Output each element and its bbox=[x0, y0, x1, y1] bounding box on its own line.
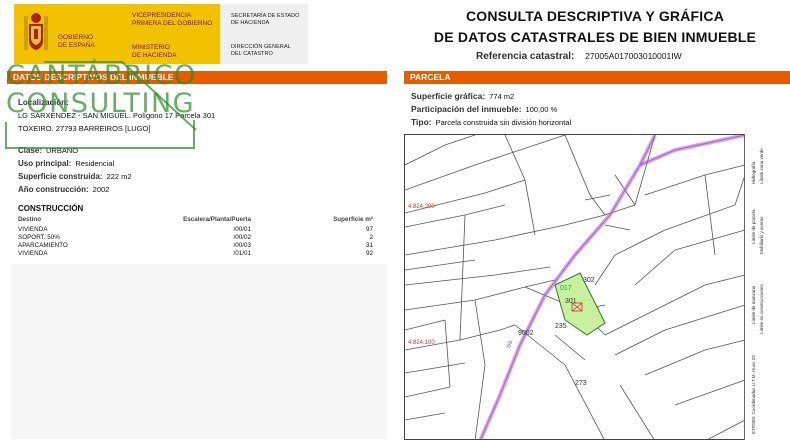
cell-destino: VIVIENDA bbox=[18, 225, 48, 233]
parcel-9002-label: 9002 bbox=[518, 330, 534, 337]
construction-table: Destino Escalera/Planta/Puerta Superfici… bbox=[11, 215, 381, 257]
catastro-band: Secretaría de Estado de Hacienda Direcci… bbox=[220, 4, 308, 64]
parcel-302-label: 302 bbox=[583, 277, 595, 284]
parcel-017-label: 017 bbox=[560, 285, 572, 292]
title-line-1: CONSULTA DESCRIPTIVA Y GRÁFICA bbox=[465, 8, 724, 24]
legend-coordenadas: ETRS89: Coordenadas U.T.M. Huso 29 bbox=[751, 355, 756, 434]
table-row: VIVIENDA /00/01 97 bbox=[11, 225, 381, 233]
gobierno-label: Gobierno de España bbox=[58, 34, 95, 49]
cell-superficie: 2 bbox=[369, 233, 373, 241]
ministerio-label: Ministerio de Hacienda bbox=[132, 44, 177, 59]
col-destino: Destino bbox=[18, 216, 42, 223]
title-line-2: DE DATOS CATASTRALES DE BIEN INMUEBLE bbox=[433, 29, 757, 45]
road-label: DS bbox=[506, 339, 514, 348]
legend-hidrografia: Hidrografía bbox=[751, 161, 756, 184]
table-row: VIVIENDA /01/01 92 bbox=[11, 249, 381, 257]
cell-destino: APARCAMIENTO bbox=[18, 241, 68, 249]
empty-panel-area bbox=[11, 264, 387, 439]
secretaria-label: Secretaría de Estado de Hacienda bbox=[231, 13, 300, 26]
col-superficie: Superficie m² bbox=[333, 216, 373, 223]
col-planta: Escalera/Planta/Puerta bbox=[183, 216, 251, 223]
tipo-field: Tipo: Parcela construida sin división hor… bbox=[411, 117, 572, 127]
cell-planta: /00/02 bbox=[233, 233, 251, 241]
document-title: CONSULTA DESCRIPTIVA Y GRÁFICA DE DATOS … bbox=[400, 6, 790, 48]
watermark-line-1: CANTÁBRICO bbox=[6, 60, 197, 91]
cell-superficie: 31 bbox=[365, 241, 373, 249]
superficie-grafica-field: Superficie gráfica: 774 m2 bbox=[411, 91, 515, 101]
cell-superficie: 97 bbox=[365, 225, 373, 233]
watermark-line-2: CONSULTING bbox=[6, 88, 196, 119]
coat-of-arms-icon bbox=[24, 13, 48, 50]
map-legend: Hidrografía Límite zona verde Límite de … bbox=[744, 134, 790, 440]
parcel-235-label: 235 bbox=[555, 323, 567, 330]
participacion-field: Participación del inmueble: 100,00 % bbox=[411, 104, 558, 114]
legend-limite-manzana: Límite de manzana bbox=[751, 285, 756, 324]
cell-planta: /00/01 bbox=[233, 225, 251, 233]
cadastral-reference: Referencia catastral: 27005A017003010001… bbox=[476, 51, 682, 62]
parcel-301-label: 301 bbox=[565, 298, 577, 305]
ref-value: 27005A017003010001IW bbox=[585, 51, 682, 61]
legend-limite-parcela: Límite de parcela bbox=[751, 209, 756, 244]
cadastral-map-drawing: 302 301 235 9002 273 017 4.824.200 4.824… bbox=[405, 135, 746, 439]
coord-top-label: 4.824.200 bbox=[408, 204, 435, 210]
cell-destino: SOPORT. 50% bbox=[18, 233, 60, 241]
table-row: SOPORT. 50% /00/02 2 bbox=[11, 233, 381, 241]
government-logo-band: Gobierno de España Vicepresidencia Prime… bbox=[14, 4, 220, 64]
cell-destino: VIVIENDA bbox=[18, 249, 48, 257]
vicepresidencia-label: Vicepresidencia Primera del Gobierno bbox=[132, 12, 213, 27]
legend-limite-construcciones: Límite en construcciones bbox=[759, 284, 764, 334]
parcel-map[interactable]: 302 301 235 9002 273 017 4.824.200 4.824… bbox=[404, 134, 790, 440]
government-header: Gobierno de España Vicepresidencia Prime… bbox=[14, 4, 308, 64]
ref-label: Referencia catastral: bbox=[476, 51, 575, 62]
consulting-watermark: CANTÁBRICO CONSULTING bbox=[4, 60, 230, 152]
table-header-row: Destino Escalera/Planta/Puerta Superfici… bbox=[11, 215, 381, 225]
section-bar-parcela: PARCELA bbox=[404, 71, 790, 84]
cell-planta: /01/01 bbox=[233, 249, 251, 257]
coord-bottom-label: 4.824.100 bbox=[408, 340, 435, 346]
cell-planta: /00/03 bbox=[233, 241, 251, 249]
table-row: APARCAMIENTO /00/03 31 bbox=[11, 241, 381, 249]
cell-superficie: 92 bbox=[365, 249, 373, 257]
construccion-title: CONSTRUCCIÓN bbox=[18, 204, 84, 213]
legend-mobiliario: Mobiliario y aceras bbox=[759, 216, 764, 254]
parcel-273-label: 273 bbox=[575, 380, 587, 387]
legend-zona-verde: Límite zona verde bbox=[759, 148, 764, 184]
direccion-general-label: Dirección General del Catastro bbox=[231, 44, 291, 57]
